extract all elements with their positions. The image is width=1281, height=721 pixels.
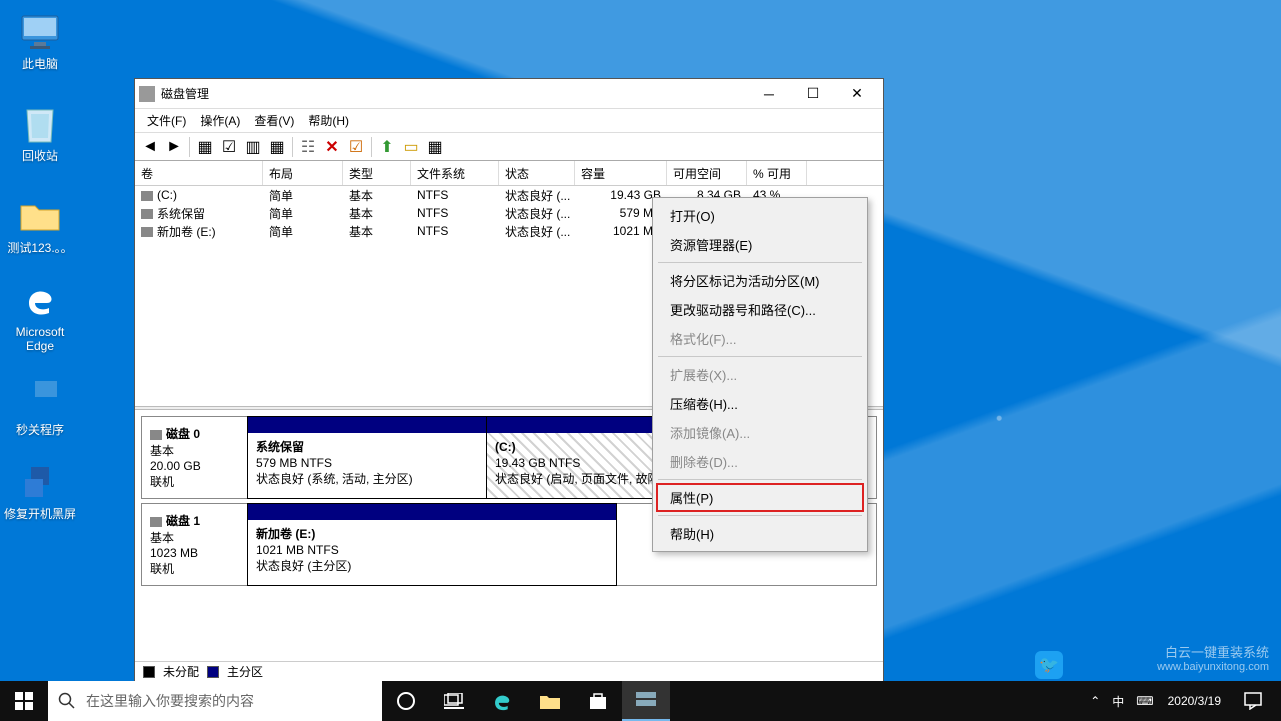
watermark: 白云一键重装系统 www.baiyunxitong.com (1157, 645, 1269, 675)
cortana-icon[interactable] (382, 681, 430, 721)
desktop-icon-label: 测试123.。。 (7, 241, 72, 255)
swatch-primary (207, 666, 219, 678)
taskbar: ⌃ 中 ⌨ 2020/3/19 (0, 681, 1281, 721)
taskbar-edge[interactable] (478, 681, 526, 721)
partition[interactable]: 新加卷 (E:)1021 MB NTFS状态良好 (主分区) (247, 503, 617, 586)
swatch-unalloc (143, 666, 155, 678)
forward-button: ► (163, 136, 185, 158)
tb-btn[interactable]: ▥ (242, 136, 264, 158)
context-menu-item: 删除卷(D)... (656, 447, 864, 476)
menu-view[interactable]: 查看(V) (248, 110, 300, 131)
window-icon (139, 86, 155, 102)
col-pct[interactable]: % 可用 (747, 161, 807, 185)
disk-info[interactable]: 磁盘 0基本20.00 GB联机 (142, 417, 248, 498)
context-menu-item[interactable]: 资源管理器(E) (656, 230, 864, 259)
context-menu: 打开(O)资源管理器(E) 将分区标记为活动分区(M)更改驱动器号和路径(C)..… (652, 197, 868, 552)
col-fs[interactable]: 文件系统 (411, 161, 499, 185)
col-layout[interactable]: 布局 (263, 161, 343, 185)
desktop-icon-label: 此电脑 (22, 57, 58, 71)
volume-list-header: 卷 布局 类型 文件系统 状态 容量 可用空间 % 可用 (135, 161, 883, 186)
desktop-icon-label: 修复开机黑屏 (4, 507, 76, 521)
desktop-icon-label: Microsoft Edge (0, 325, 80, 353)
taskbar-store[interactable] (574, 681, 622, 721)
twitter-icon[interactable]: 🐦 (1035, 651, 1063, 679)
titlebar[interactable]: 磁盘管理 ─ ☐ ✕ (135, 79, 883, 109)
desktop-icon-edge[interactable]: Microsoft Edge (0, 273, 80, 359)
col-volume[interactable]: 卷 (135, 161, 263, 185)
tray-ime[interactable]: 中 (1106, 693, 1130, 710)
partition[interactable]: 系统保留579 MB NTFS状态良好 (系统, 活动, 主分区) (247, 416, 487, 499)
maximize-button[interactable]: ☐ (791, 80, 835, 108)
tb-delete[interactable]: ✕ (321, 136, 343, 158)
start-button[interactable] (0, 681, 48, 721)
context-menu-item[interactable]: 更改驱动器号和路径(C)... (656, 295, 864, 324)
tb-btn[interactable]: ☷ (297, 136, 319, 158)
col-status[interactable]: 状态 (499, 161, 575, 185)
desktop-icon-pc[interactable]: 此电脑 (0, 5, 80, 77)
tray-keyboard-icon[interactable]: ⌨ (1130, 694, 1159, 708)
search-icon (58, 692, 76, 710)
back-button: ◄ (139, 136, 161, 158)
close-button[interactable]: ✕ (835, 80, 879, 108)
tb-btn[interactable]: ▦ (424, 136, 446, 158)
legend-unalloc: 未分配 (163, 663, 199, 680)
minimize-button[interactable]: ─ (747, 80, 791, 108)
context-menu-item: 添加镜像(A)... (656, 418, 864, 447)
tb-btn[interactable]: ⬆ (376, 136, 398, 158)
tb-btn[interactable]: ☑ (345, 136, 367, 158)
menu-action[interactable]: 操作(A) (194, 110, 246, 131)
tb-btn[interactable]: ▦ (266, 136, 288, 158)
legend-primary: 主分区 (227, 663, 263, 680)
task-view-icon[interactable] (430, 681, 478, 721)
disk-info[interactable]: 磁盘 1基本1023 MB联机 (142, 504, 248, 585)
system-tray: ⌃ 中 ⌨ 2020/3/19 (1084, 681, 1281, 721)
col-free[interactable]: 可用空间 (667, 161, 747, 185)
context-menu-item[interactable]: 打开(O) (656, 201, 864, 230)
tb-btn[interactable]: ▭ (400, 136, 422, 158)
tray-date[interactable]: 2020/3/19 (1160, 694, 1229, 708)
search-box[interactable] (48, 681, 382, 721)
desktop-icon-folder[interactable]: 测试123.。。 (0, 189, 80, 261)
menubar: 文件(F) 操作(A) 查看(V) 帮助(H) (135, 109, 883, 133)
search-input[interactable] (86, 693, 372, 709)
desktop-icons: 此电脑 回收站 测试123.。。 Microsoft Edge 秒关程序 修复开… (0, 5, 80, 527)
taskbar-explorer[interactable] (526, 681, 574, 721)
context-menu-item[interactable]: 将分区标记为活动分区(M) (656, 266, 864, 295)
col-cap[interactable]: 容量 (575, 161, 667, 185)
tb-btn[interactable]: ☑ (218, 136, 240, 158)
window-title: 磁盘管理 (161, 85, 747, 102)
toolbar: ◄ ► ▦ ☑ ▥ ▦ ☷ ✕ ☑ ⬆ ▭ ▦ (135, 133, 883, 161)
context-menu-item[interactable]: 帮助(H) (656, 519, 864, 548)
legend: 未分配 主分区 (135, 661, 883, 681)
tb-btn[interactable]: ▦ (194, 136, 216, 158)
context-menu-item: 格式化(F)... (656, 324, 864, 353)
desktop-icon-repair[interactable]: 修复开机黑屏 (0, 455, 80, 527)
desktop-icon-label: 回收站 (22, 149, 58, 163)
tray-chevron-icon[interactable]: ⌃ (1084, 694, 1106, 708)
notification-icon[interactable] (1229, 681, 1277, 721)
context-menu-item: 扩展卷(X)... (656, 360, 864, 389)
context-menu-item[interactable]: 压缩卷(H)... (656, 389, 864, 418)
menu-file[interactable]: 文件(F) (141, 110, 192, 131)
taskbar-diskmgmt[interactable] (622, 681, 670, 721)
col-type[interactable]: 类型 (343, 161, 411, 185)
context-menu-item[interactable]: 属性(P) (656, 483, 864, 512)
desktop-icon-recycle[interactable]: 回收站 (0, 97, 80, 169)
desktop-icon-label: 秒关程序 (16, 423, 64, 437)
menu-help[interactable]: 帮助(H) (302, 110, 355, 131)
desktop-icon-steps[interactable]: 秒关程序 (0, 371, 80, 443)
